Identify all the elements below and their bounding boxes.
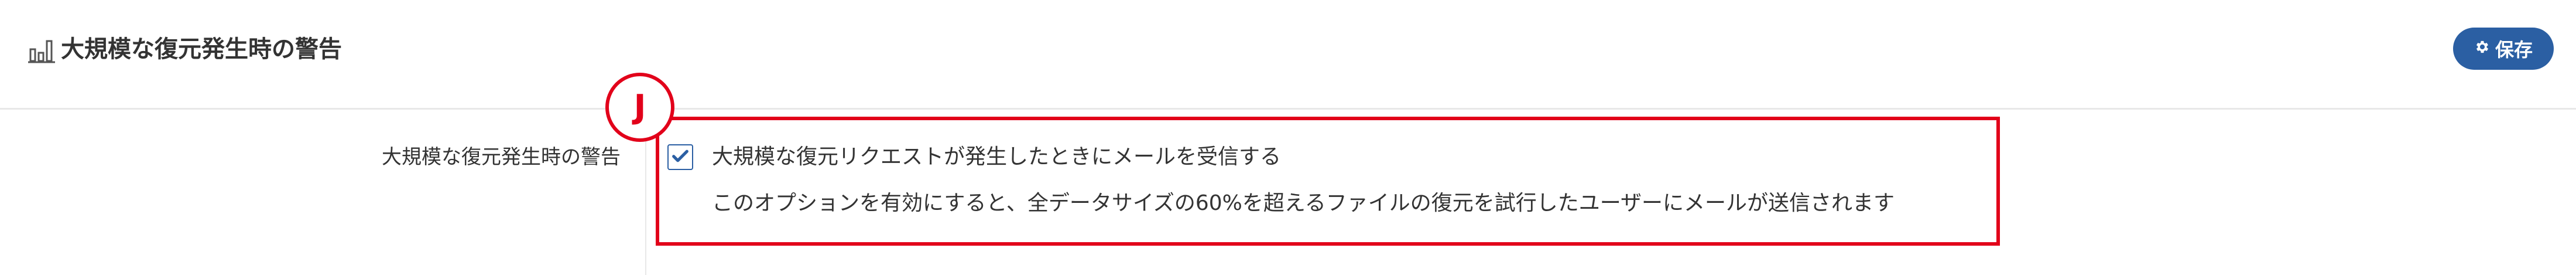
gear-icon: [2474, 38, 2491, 60]
annotation-highlight-box: [656, 117, 2000, 246]
save-button-label: 保存: [2495, 39, 2533, 60]
annotation-badge: J: [605, 73, 674, 142]
page-title: 大規模な復元発生時の警告: [61, 36, 342, 63]
bar-chart-icon: [28, 36, 56, 64]
page-header: 大規模な復元発生時の警告 保存: [0, 0, 2576, 110]
page: 大規模な復元発生時の警告 保存 大規模な復元発生時の警告 大規模な復元リクエスト…: [0, 0, 2576, 275]
field-label: 大規模な復元発生時の警告: [382, 145, 621, 169]
save-button[interactable]: 保存: [2453, 28, 2554, 70]
